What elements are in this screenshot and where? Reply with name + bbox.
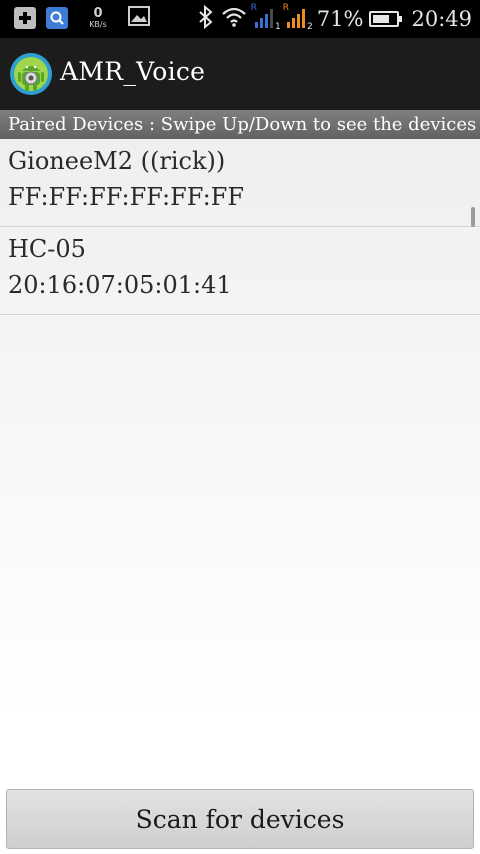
device-name: HC-05 bbox=[8, 235, 86, 263]
battery-icon bbox=[369, 11, 403, 27]
image-icon bbox=[128, 6, 150, 30]
system-icons: R 1 R 2 71% 20:49 bbox=[197, 3, 472, 34]
device-address: 20:16:07:05:01:41 bbox=[8, 271, 232, 299]
paired-devices-header: Paired Devices : Swipe Up/Down to see th… bbox=[0, 110, 480, 139]
network-speed-value: 0 bbox=[93, 6, 103, 21]
sim2-slot: 2 bbox=[307, 22, 313, 32]
add-icon bbox=[14, 7, 36, 29]
device-name: GioneeM2 ((rick)) bbox=[8, 147, 226, 175]
app-title: AMR_Voice bbox=[60, 57, 206, 86]
action-bar: AMR_Voice bbox=[0, 38, 480, 111]
network-speed-unit: KB/s bbox=[89, 20, 107, 29]
list-scrollbar[interactable] bbox=[471, 207, 475, 227]
signal-icon-sim2: R 2 bbox=[282, 3, 313, 32]
notification-icons: 0 KB/s bbox=[14, 6, 150, 30]
list-item[interactable]: HC-05 20:16:07:05:01:41 bbox=[0, 227, 480, 315]
list-item[interactable]: GioneeM2 ((rick)) FF:FF:FF:FF:FF:FF bbox=[0, 139, 480, 227]
signal-icon-sim1: R 1 bbox=[250, 3, 281, 32]
sim1-slot: 1 bbox=[275, 22, 281, 32]
search-icon bbox=[46, 7, 68, 29]
sim1-roaming: R bbox=[250, 3, 258, 13]
battery-percent: 71% bbox=[316, 7, 364, 31]
device-list[interactable]: GioneeM2 ((rick)) FF:FF:FF:FF:FF:FF HC-0… bbox=[0, 139, 480, 787]
network-speed: 0 KB/s bbox=[84, 7, 112, 29]
bluetooth-icon bbox=[197, 4, 215, 33]
status-bar: 0 KB/s R 1 R 2 71% 20:49 bbox=[0, 0, 480, 38]
sim2-roaming: R bbox=[282, 3, 290, 13]
scan-button[interactable]: Scan for devices bbox=[6, 789, 474, 849]
wifi-icon bbox=[221, 6, 247, 32]
device-address: FF:FF:FF:FF:FF:FF bbox=[8, 183, 244, 211]
clock: 20:49 bbox=[411, 7, 472, 31]
android-app-icon[interactable] bbox=[8, 51, 54, 97]
